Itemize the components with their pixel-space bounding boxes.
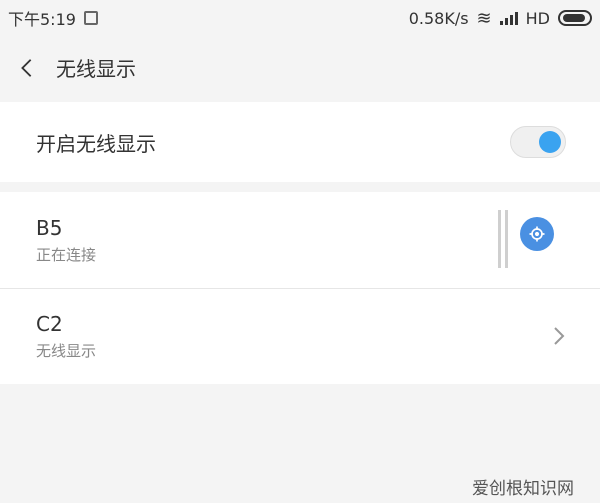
device-divider — [498, 210, 508, 268]
status-left: 下午5:19 — [8, 6, 98, 30]
back-icon[interactable] — [16, 57, 38, 79]
signal-icon — [499, 11, 518, 25]
wifi-icon: ≋ — [476, 7, 492, 29]
status-right: 0.58K/s ≋ HD — [409, 8, 592, 29]
status-time: 下午5:19 — [8, 10, 76, 29]
device-status: 无线显示 — [36, 342, 97, 360]
device-row-b5[interactable]: B5 正在连接 — [0, 192, 600, 288]
app-header: 无线显示 — [0, 36, 600, 99]
device-name: B5 — [36, 215, 63, 240]
network-type: HD — [525, 8, 550, 28]
device-row-c2[interactable]: C2 无线显示 — [0, 288, 600, 384]
chevron-right-icon — [554, 327, 565, 345]
wireless-display-switch[interactable] — [510, 126, 566, 158]
wireless-display-toggle-row[interactable]: 开启无线显示 — [0, 102, 600, 182]
device-name: C2 — [36, 312, 63, 336]
settings-button[interactable] — [520, 217, 554, 251]
device-text: B5 正在连接 — [36, 216, 96, 265]
status-bar: 下午5:19 0.58K/s ≋ HD — [0, 0, 600, 36]
watermark-text: 爱创根知识网 — [472, 479, 574, 499]
settings-icon — [529, 226, 545, 242]
device-status: 正在连接 — [36, 245, 97, 264]
device-text: C2 无线显示 — [36, 312, 96, 361]
toggle-label: 开启无线显示 — [36, 131, 156, 156]
network-speed: 0.58K/s — [408, 8, 469, 28]
device-list: B5 正在连接 C2 无线显示 — [0, 192, 600, 384]
battery-icon — [558, 10, 592, 26]
switch-knob — [539, 131, 561, 153]
page-title: 无线显示 — [56, 57, 136, 81]
message-icon — [83, 11, 98, 25]
